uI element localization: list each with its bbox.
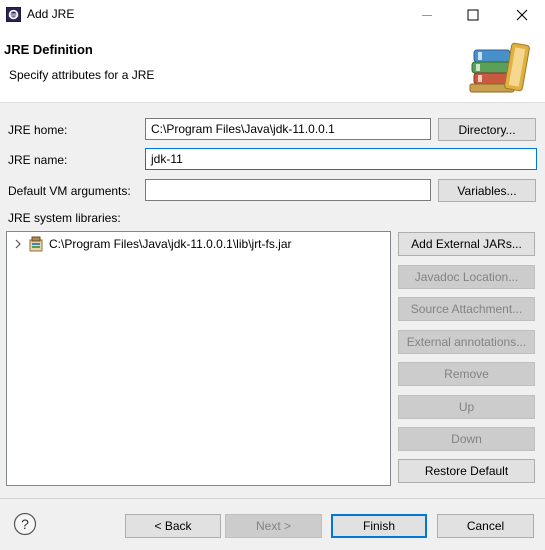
- down-button[interactable]: Down: [398, 427, 535, 451]
- banner-title: JRE Definition: [4, 42, 93, 57]
- system-libraries-label: JRE system libraries:: [8, 211, 121, 225]
- external-annotations-button[interactable]: External annotations...: [398, 330, 535, 354]
- close-button[interactable]: [499, 0, 545, 30]
- library-path: C:\Program Files\Java\jdk-11.0.0.1\lib\j…: [49, 237, 292, 251]
- minimize-icon: [422, 15, 432, 16]
- remove-button[interactable]: Remove: [398, 362, 535, 386]
- vm-args-input[interactable]: [145, 179, 431, 201]
- directory-button[interactable]: Directory...: [438, 118, 536, 141]
- source-attachment-button[interactable]: Source Attachment...: [398, 297, 535, 321]
- next-button[interactable]: Next >: [225, 514, 322, 538]
- cancel-button[interactable]: Cancel: [437, 514, 534, 538]
- jre-home-input[interactable]: C:\Program Files\Java\jdk-11.0.0.1: [145, 118, 431, 140]
- add-external-jars-button[interactable]: Add External JARs...: [398, 232, 535, 256]
- maximize-button[interactable]: [450, 0, 496, 30]
- restore-default-button[interactable]: Restore Default: [398, 459, 535, 483]
- close-icon: [516, 9, 528, 21]
- window-title: Add JRE: [27, 7, 75, 21]
- finish-button[interactable]: Finish: [331, 514, 427, 538]
- jre-home-label: JRE home:: [8, 123, 68, 137]
- up-button[interactable]: Up: [398, 395, 535, 419]
- svg-text:?: ?: [21, 516, 29, 532]
- jre-name-input[interactable]: jdk-11: [145, 148, 537, 170]
- tree-item[interactable]: C:\Program Files\Java\jdk-11.0.0.1\lib\j…: [13, 235, 292, 253]
- eclipse-app-icon: [6, 7, 21, 22]
- books-icon: [469, 42, 530, 93]
- help-icon[interactable]: ?: [13, 512, 37, 536]
- minimize-button[interactable]: [404, 0, 450, 30]
- jar-icon: [29, 236, 43, 252]
- javadoc-location-button[interactable]: Javadoc Location...: [398, 265, 535, 289]
- vm-args-label: Default VM arguments:: [8, 184, 131, 198]
- title-bar: Add JRE: [0, 0, 545, 30]
- chevron-right-icon[interactable]: [13, 239, 23, 249]
- dialog-banner: JRE Definition Specify attributes for a …: [0, 30, 545, 103]
- back-button[interactable]: < Back: [125, 514, 221, 538]
- footer-separator: [0, 498, 545, 499]
- variables-button[interactable]: Variables...: [438, 179, 536, 202]
- maximize-icon: [467, 9, 479, 21]
- banner-subtitle: Specify attributes for a JRE: [9, 68, 155, 82]
- jre-name-label: JRE name:: [8, 153, 68, 167]
- system-libraries-tree[interactable]: C:\Program Files\Java\jdk-11.0.0.1\lib\j…: [6, 231, 391, 486]
